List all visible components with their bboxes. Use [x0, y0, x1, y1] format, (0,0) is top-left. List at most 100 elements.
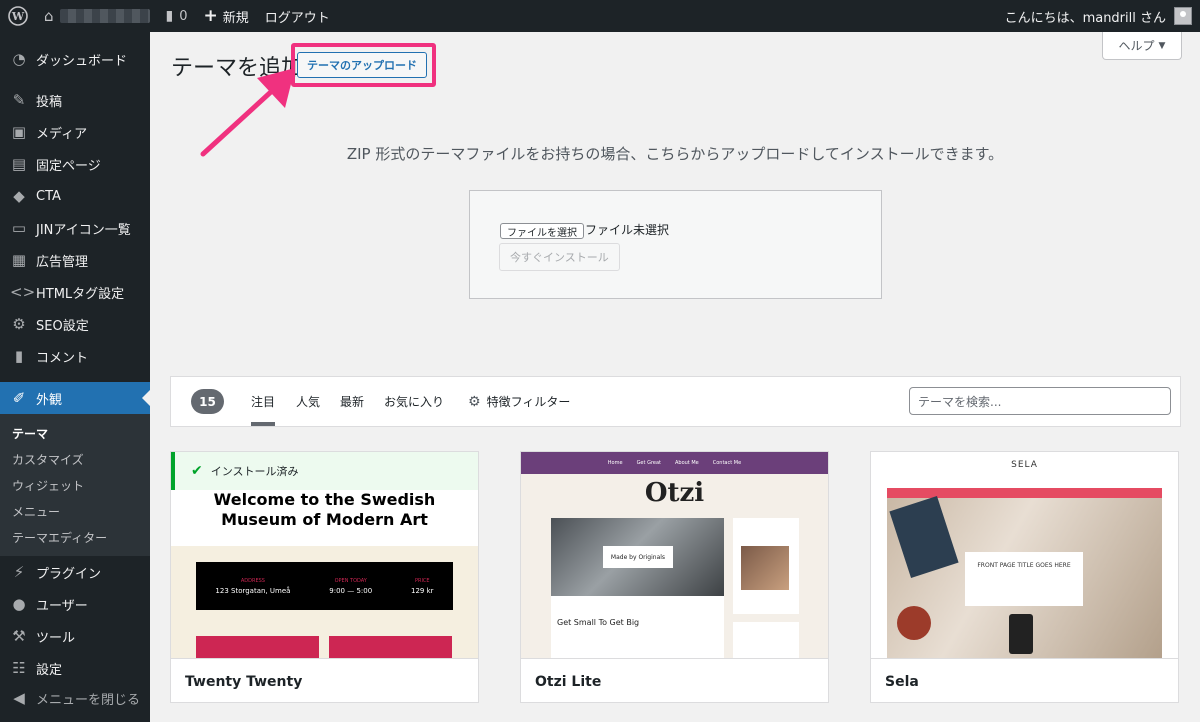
gear-icon: ⚙	[12, 315, 26, 333]
plus-icon: +	[203, 6, 218, 26]
sidebar-item-ads[interactable]: ▦ 広告管理	[0, 244, 150, 276]
sidebar-item-label: メディア	[36, 126, 88, 142]
wordpress-logo-icon[interactable]: W	[0, 0, 36, 32]
preview-post: Made by Originals Get Small To Get Big	[551, 518, 724, 658]
appearance-icon: ✐	[12, 389, 26, 407]
gear-icon: ⚙	[468, 393, 481, 410]
comment-icon: ▮	[14, 347, 24, 365]
new-content-link[interactable]: + 新規	[196, 0, 257, 32]
logout-link[interactable]: ログアウト	[257, 0, 338, 32]
choose-file-button[interactable]: ファイルを選択	[500, 223, 584, 239]
sidebar-collapse-menu[interactable]: ◀ メニューを閉じる	[0, 684, 150, 712]
tab-feature-filter[interactable]: ⚙ 特徴フィルター	[468, 377, 570, 426]
tab-popular[interactable]: 人気	[296, 377, 320, 426]
main-content: テーマを追加 テーマのアップロード ヘルプ ▼ ZIP 形式のテーマファイルをお…	[150, 32, 1200, 722]
preview-cup	[897, 606, 931, 640]
sidebar-item-seo[interactable]: ⚙ SEO設定	[0, 308, 150, 340]
sidebar-item-label: メニューを閉じる	[36, 692, 141, 708]
theme-name: Sela	[871, 658, 1178, 702]
theme-name: Otzi Lite	[521, 658, 828, 702]
theme-search-input[interactable]: テーマを検索...	[909, 387, 1171, 415]
info-head: PRICE	[414, 577, 430, 584]
avatar[interactable]	[1174, 7, 1192, 25]
info-head: OPEN TODAY	[334, 577, 367, 584]
sidebar-item-label: 投稿	[36, 94, 63, 110]
sidebar-item-label: 固定ページ	[36, 158, 101, 174]
theme-info-strip: ADDRESS 123 Storgatan, Umeå OPEN TODAY 9:0…	[196, 562, 453, 610]
sidebar-item-posts[interactable]: ✎ 投稿	[0, 84, 150, 116]
pages-icon: ▤	[11, 155, 27, 173]
settings-icon: ☷	[12, 659, 26, 677]
help-button[interactable]: ヘルプ ▼	[1102, 32, 1182, 60]
theme-card-twenty-twenty[interactable]: ✔ インストール済み Welcome to the Swedish Museum…	[170, 451, 479, 703]
sidebar-item-label: 広告管理	[36, 254, 89, 270]
sidebar-item-tools[interactable]: ⚒ ツール	[0, 620, 150, 652]
greeting-text: こんにちは、mandrill さん	[1004, 10, 1166, 26]
sidebar-item-appearance[interactable]: ✐ 外観	[0, 382, 150, 414]
tab-favorites[interactable]: お気に入り	[384, 377, 444, 426]
tab-label: 特徴フィルター	[486, 395, 571, 409]
preview-sidebar	[733, 518, 799, 614]
nav-item: Get Great	[636, 460, 661, 466]
theme-name: Twenty Twenty	[171, 658, 478, 702]
sidebar-item-label: HTMLタグ設定	[36, 286, 125, 302]
theme-site-title: SELA	[871, 452, 1178, 488]
preview-block	[329, 636, 452, 658]
theme-screenshot[interactable]: SELA FRONT PAGE TITLE GOES HERE	[871, 452, 1178, 658]
preview-hero-text: FRONT PAGE TITLE GOES HERE	[965, 552, 1083, 606]
sidebar-item-html-tags[interactable]: <> HTMLタグ設定	[0, 276, 150, 308]
preview-post-title: Get Small To Get Big	[557, 618, 640, 627]
comments-link[interactable]: ▮ 0	[158, 0, 196, 32]
submenu-themes[interactable]: テーマ	[0, 420, 150, 446]
file-status: ファイル未選択	[585, 223, 670, 237]
upload-description: ZIP 形式のテーマファイルをお持ちの場合、こちらからアップロードしてインストー…	[346, 145, 1004, 163]
home-icon: ⌂	[44, 7, 54, 25]
theme-preview-body: ADDRESS 123 Storgatan, Umeå OPEN TODAY 9:0…	[171, 546, 478, 658]
submenu-customize[interactable]: カスタマイズ	[0, 446, 150, 472]
ads-icon: ▦	[11, 251, 27, 269]
theme-screenshot[interactable]: ✔ インストール済み Welcome to the Swedish Museum…	[171, 452, 478, 658]
preview-phone	[1009, 614, 1033, 654]
sidebar-item-comments[interactable]: ▮ コメント	[0, 340, 150, 372]
theme-screenshot[interactable]: Home Get Great About Me Contact Me Otzi …	[521, 452, 828, 658]
comment-count: 0	[179, 8, 188, 24]
sidebar-item-label: JINアイコン一覧	[36, 222, 131, 238]
submenu-theme-editor[interactable]: テーマエディター	[0, 524, 150, 550]
installed-label: インストール済み	[210, 465, 299, 478]
theme-preview-body: Otzi Made by Originals Get Small To Get …	[521, 474, 828, 658]
check-icon: ✔	[191, 463, 203, 479]
sidebar-item-pages[interactable]: ▤ 固定ページ	[0, 148, 150, 180]
sidebar-item-dashboard[interactable]: ◔ ダッシュボード	[0, 44, 150, 74]
posts-icon: ✎	[12, 91, 26, 109]
nav-item: About Me	[674, 460, 699, 466]
theme-card-otzi-lite[interactable]: Home Get Great About Me Contact Me Otzi …	[520, 451, 829, 703]
dashboard-icon: ◔	[12, 50, 26, 68]
theme-preview-nav: Home Get Great About Me Contact Me	[521, 452, 828, 474]
sidebar-item-settings[interactable]: ☷ 設定	[0, 652, 150, 684]
tab-featured[interactable]: 注目	[251, 377, 276, 426]
info-value: 123 Storgatan, Umeå	[215, 586, 291, 595]
preview-image: FRONT PAGE TITLE GOES HERE	[887, 495, 1162, 658]
sidebar-item-media[interactable]: ▣ メディア	[0, 116, 150, 148]
sidebar-item-label: コメント	[36, 350, 89, 366]
tab-latest[interactable]: 最新	[340, 377, 364, 426]
theme-logo: Otzi	[644, 478, 705, 508]
theme-card-sela[interactable]: SELA FRONT PAGE TITLE GOES HERE Sela	[870, 451, 1179, 703]
sidebar-item-plugins[interactable]: ⚡ プラグイン	[0, 556, 150, 588]
site-home-link[interactable]: ⌂	[36, 0, 158, 32]
info-address: ADDRESS 123 Storgatan, Umeå	[215, 578, 290, 595]
wrench-icon: ⚒	[12, 627, 26, 645]
sidebar-item-cta[interactable]: ◆ CTA	[0, 180, 150, 212]
user-greeting[interactable]: こんにちは、mandrill さん	[997, 0, 1166, 32]
submenu-widgets[interactable]: ウィジェット	[0, 472, 150, 498]
install-now-button[interactable]: 今すぐインストール	[499, 243, 620, 271]
sidebar-item-jin-icons[interactable]: ▭ JINアイコン一覧	[0, 212, 150, 244]
theme-count-badge: 15	[191, 389, 224, 414]
nav-item: Home	[607, 460, 623, 466]
submenu-menus[interactable]: メニュー	[0, 498, 150, 524]
media-icon: ▣	[11, 123, 27, 141]
info-value: 9:00 — 5:00	[329, 586, 373, 595]
admin-sidebar: ◔ ダッシュボード ✎ 投稿 ▣ メディア ▤ 固定ページ ◆ CTA ▭ JI…	[0, 32, 150, 722]
sidebar-item-users[interactable]: ● ユーザー	[0, 588, 150, 620]
collapse-icon: ◀	[13, 689, 25, 707]
